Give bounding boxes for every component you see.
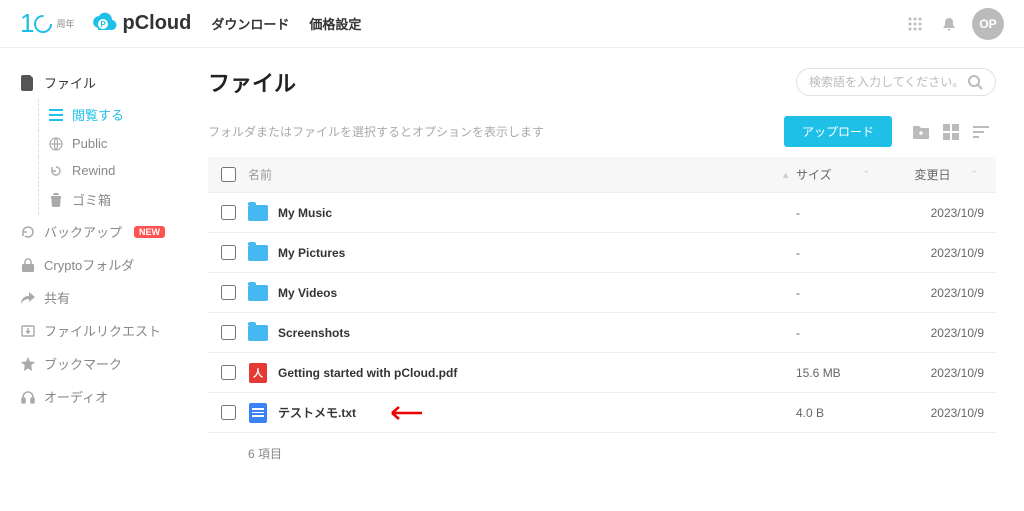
table-row[interactable]: 人 Getting started with pCloud.pdf 15.6 MB2… (208, 353, 996, 393)
request-icon (20, 324, 36, 338)
avatar[interactable]: OP (972, 8, 1004, 40)
search-input[interactable] (809, 75, 967, 89)
row-checkbox[interactable] (221, 285, 236, 300)
main-content: ファイル フォルダまたはファイルを選択するとオプションを表示します アップロード… (180, 48, 1024, 480)
rewind-icon (48, 164, 64, 178)
row-checkbox[interactable] (221, 245, 236, 260)
page-title: ファイル (208, 66, 796, 98)
file-name: My Pictures (278, 246, 345, 260)
sidebar-item-label: Rewind (72, 163, 115, 178)
file-name: My Music (278, 206, 332, 220)
row-checkbox[interactable] (221, 325, 236, 340)
lock-icon (20, 258, 36, 272)
selection-hint: フォルダまたはファイルを選択するとオプションを表示します (208, 123, 784, 140)
sort-icon[interactable] (966, 117, 996, 147)
file-name: Getting started with pCloud.pdf (278, 366, 457, 380)
bell-icon[interactable] (932, 7, 966, 41)
file-modified: 2023/10/9 (896, 366, 996, 380)
table-row[interactable]: My Music -2023/10/9 (208, 193, 996, 233)
list-icon (48, 109, 64, 121)
sidebar-item-browse[interactable]: 閲覧する (0, 99, 180, 130)
file-icon (20, 75, 36, 91)
backup-icon (20, 225, 36, 239)
row-checkbox[interactable] (221, 205, 236, 220)
sidebar-item-label: 共有 (44, 288, 70, 307)
sidebar-item-label: オーディオ (44, 387, 108, 406)
sidebar-item-request[interactable]: ファイルリクエスト (0, 314, 180, 347)
file-size: - (796, 286, 896, 300)
star-icon (20, 357, 36, 371)
pdf-icon: 人 (249, 363, 267, 383)
apps-icon[interactable] (898, 7, 932, 41)
file-modified: 2023/10/9 (896, 326, 996, 340)
brand-logo[interactable]: 1 周年 P pCloud (20, 8, 191, 39)
sidebar-item-crypto[interactable]: Cryptoフォルダ (0, 248, 180, 281)
sidebar-item-label: ゴミ箱 (72, 190, 111, 209)
sidebar: ファイル 閲覧する Public Rewind ゴミ箱 バックアップ NEW C… (0, 48, 180, 480)
select-all-checkbox[interactable] (221, 167, 236, 182)
sidebar-item-label: Public (72, 136, 107, 151)
file-name: My Videos (278, 286, 337, 300)
pricing-link[interactable]: 価格設定 (309, 14, 361, 33)
file-modified: 2023/10/9 (896, 406, 996, 420)
file-table: 名前▲ サイズ⌃ 変更日⌃ My Music-2023/10/9My Pictu… (208, 157, 996, 433)
new-folder-icon[interactable] (906, 117, 936, 147)
trash-icon (48, 193, 64, 207)
top-header: 1 周年 P pCloud ダウンロード 価格設定 OP (0, 0, 1024, 48)
sidebar-item-label: ファイルリクエスト (44, 321, 161, 340)
col-size[interactable]: サイズ⌃ (796, 166, 896, 183)
file-modified: 2023/10/9 (896, 206, 996, 220)
globe-icon (48, 137, 64, 151)
folder-icon (248, 205, 268, 221)
file-size: - (796, 206, 896, 220)
file-size: - (796, 326, 896, 340)
sidebar-item-files[interactable]: ファイル (0, 66, 180, 99)
file-size: 15.6 MB (796, 366, 896, 380)
col-modified[interactable]: 変更日⌃ (896, 166, 996, 183)
file-size: - (796, 246, 896, 260)
anniversary-badge: 1 周年 (20, 8, 74, 39)
folder-icon (248, 325, 268, 341)
row-checkbox[interactable] (221, 365, 236, 380)
share-icon (20, 292, 36, 304)
table-row[interactable]: Screenshots -2023/10/9 (208, 313, 996, 353)
sidebar-item-backup[interactable]: バックアップ NEW (0, 215, 180, 248)
table-row[interactable]: My Pictures -2023/10/9 (208, 233, 996, 273)
table-row[interactable]: My Videos -2023/10/9 (208, 273, 996, 313)
file-modified: 2023/10/9 (896, 246, 996, 260)
new-badge: NEW (134, 226, 165, 238)
pcloud-icon: P (90, 10, 118, 38)
grid-view-icon[interactable] (936, 117, 966, 147)
item-count: 6 項目 (208, 433, 996, 462)
download-link[interactable]: ダウンロード (211, 14, 289, 33)
sidebar-item-audio[interactable]: オーディオ (0, 380, 180, 413)
sidebar-item-share[interactable]: 共有 (0, 281, 180, 314)
text-file-icon (249, 403, 267, 423)
folder-icon (248, 285, 268, 301)
sidebar-item-trash[interactable]: ゴミ箱 (0, 184, 180, 215)
audio-icon (20, 390, 36, 404)
sidebar-item-rewind[interactable]: Rewind (0, 157, 180, 184)
upload-button[interactable]: アップロード (784, 116, 892, 147)
sidebar-item-label: ファイル (44, 73, 96, 92)
file-size: 4.0 B (796, 406, 896, 420)
folder-icon (248, 245, 268, 261)
sidebar-item-label: Cryptoフォルダ (44, 255, 134, 274)
table-row[interactable]: テストメモ.txt 4.0 B2023/10/9 (208, 393, 996, 433)
sidebar-item-label: 閲覧する (72, 105, 124, 124)
svg-text:P: P (101, 20, 107, 29)
row-checkbox[interactable] (221, 405, 236, 420)
search-box[interactable] (796, 68, 996, 96)
sidebar-item-bookmark[interactable]: ブックマーク (0, 347, 180, 380)
file-modified: 2023/10/9 (896, 286, 996, 300)
file-name: Screenshots (278, 326, 350, 340)
table-header: 名前▲ サイズ⌃ 変更日⌃ (208, 157, 996, 193)
sidebar-item-label: バックアップ (44, 222, 122, 241)
sidebar-item-label: ブックマーク (44, 354, 122, 373)
search-icon (967, 74, 983, 90)
sidebar-item-public[interactable]: Public (0, 130, 180, 157)
col-name[interactable]: 名前▲ (248, 166, 796, 183)
annotation-arrow-icon (384, 404, 424, 422)
file-name: テストメモ.txt (278, 404, 356, 421)
